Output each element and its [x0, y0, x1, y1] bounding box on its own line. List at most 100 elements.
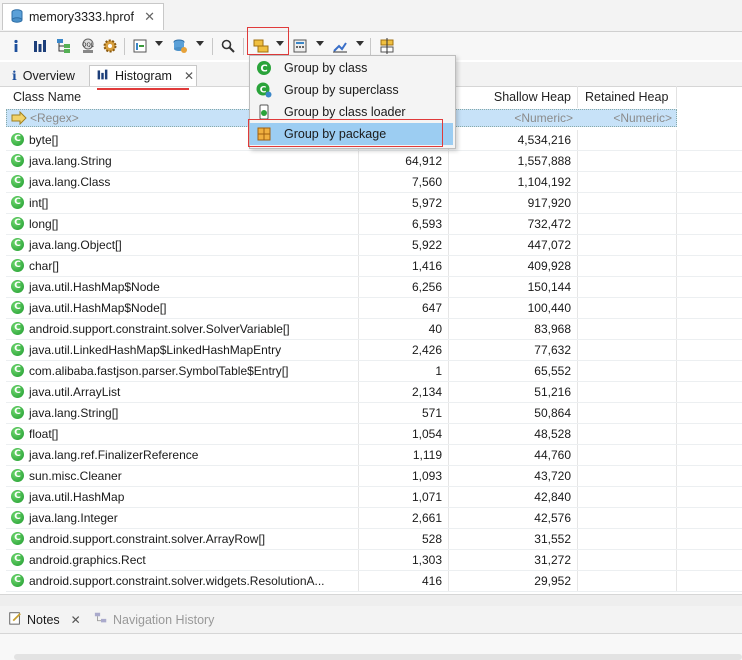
- retained-heap-cell: [578, 571, 677, 591]
- class-name-filter-input[interactable]: <Regex>: [30, 110, 79, 126]
- table-row[interactable]: Cjava.util.HashMap$Node[] 647 100,440: [6, 298, 742, 319]
- dominator-tree-icon[interactable]: [54, 36, 74, 56]
- table-row[interactable]: Cjava.lang.Class 7,560 1,104,192: [6, 172, 742, 193]
- editor-tab-hprof[interactable]: memory3333.hprof ✕: [2, 3, 164, 30]
- table-row[interactable]: Cjava.util.HashMap 1,071 42,840: [6, 487, 742, 508]
- info-icon: i: [12, 68, 17, 83]
- calculator-icon[interactable]: [290, 36, 310, 56]
- class-name: java.lang.Class: [29, 175, 111, 189]
- table-row[interactable]: Cjava.lang.String 64,912 1,557,888: [6, 151, 742, 172]
- objects-cell: 416: [359, 571, 449, 591]
- table-row[interactable]: Cchar[] 1,416 409,928: [6, 256, 742, 277]
- shallow-heap-cell: 917,920: [449, 193, 578, 213]
- close-icon[interactable]: ✕: [144, 9, 155, 25]
- tab-navigation-history-label: Navigation History: [113, 612, 215, 627]
- query-browser-icon[interactable]: [170, 36, 190, 56]
- table-row[interactable]: Cfloat[] 1,054 48,528: [6, 424, 742, 445]
- svg-text:OQL: OQL: [82, 43, 95, 49]
- close-icon[interactable]: ✕: [71, 613, 81, 627]
- table-row[interactable]: Candroid.support.constraint.solver.Solve…: [6, 319, 742, 340]
- table-row[interactable]: Cjava.lang.Object[] 5,922 447,072: [6, 235, 742, 256]
- class-name-cell: Cjava.lang.Object[]: [6, 235, 359, 255]
- report-icon[interactable]: [130, 36, 150, 56]
- table-row[interactable]: Cint[] 5,972 917,920: [6, 193, 742, 214]
- shallow-heap-cell: 4,534,216: [449, 130, 578, 150]
- bottom-tabbar: Notes ✕ Navigation History: [0, 606, 742, 634]
- histogram-table: Class Name Shallow Heap Retained Heap <R…: [6, 86, 742, 594]
- table-row[interactable]: Cjava.util.ArrayList 2,134 51,216: [6, 382, 742, 403]
- tab-overview-label: Overview: [22, 68, 75, 83]
- info-icon[interactable]: [6, 36, 26, 56]
- class-icon: C: [11, 343, 24, 356]
- search-icon[interactable]: [218, 36, 238, 56]
- retained-heap-filter-input[interactable]: <Numeric>: [579, 110, 672, 126]
- class-icon: C: [11, 175, 24, 188]
- shallow-heap-cell: 1,104,192: [449, 172, 578, 192]
- menu-item-group-by-class[interactable]: C Group by class: [250, 57, 453, 79]
- objects-cell: 40: [359, 319, 449, 339]
- tab-overview[interactable]: i Overview: [6, 65, 81, 86]
- tab-notes[interactable]: Notes ✕: [8, 611, 81, 628]
- toolbar-separator: [243, 38, 244, 55]
- table-row[interactable]: Candroid.graphics.Rect 1,303 31,272: [6, 550, 742, 571]
- table-row[interactable]: Cjava.util.HashMap$Node 6,256 150,144: [6, 277, 742, 298]
- shallow-heap-cell: 43,720: [449, 466, 578, 486]
- export-icon[interactable]: [330, 36, 350, 56]
- export-dropdown-arrow[interactable]: [356, 41, 364, 46]
- horizontal-scrollbar[interactable]: [14, 654, 742, 660]
- objects-cell: 571: [359, 403, 449, 423]
- gear-icon[interactable]: [100, 36, 120, 56]
- shallow-heap-cell: 83,968: [449, 319, 578, 339]
- oql-icon[interactable]: OQL: [78, 36, 98, 56]
- table-row[interactable]: Cjava.lang.ref.FinalizerReference 1,119 44…: [6, 445, 742, 466]
- menu-item-label: Group by superclass: [284, 83, 399, 97]
- class-icon: C: [11, 364, 24, 377]
- calculator-dropdown-arrow[interactable]: [316, 41, 324, 46]
- retained-heap-cell: [578, 382, 677, 402]
- class-icon: C: [11, 574, 24, 587]
- compare-icon[interactable]: [377, 36, 397, 56]
- table-row[interactable]: Candroid.support.constraint.solver.widge…: [6, 571, 742, 592]
- tab-navigation-history[interactable]: Navigation History: [94, 611, 214, 628]
- retained-heap-cell: [578, 214, 677, 234]
- tab-histogram[interactable]: Histogram ✕: [89, 65, 197, 86]
- menu-item-label: Group by class: [284, 61, 368, 75]
- retained-heap-cell: [578, 298, 677, 318]
- table-row[interactable]: Clong[] 6,593 732,472: [6, 214, 742, 235]
- class-name-cell: Clong[]: [6, 214, 359, 234]
- class-name: java.lang.String[]: [29, 406, 119, 420]
- table-row[interactable]: Candroid.support.constraint.solver.Array…: [6, 529, 742, 550]
- shallow-heap-cell: 29,952: [449, 571, 578, 591]
- class-icon: C: [11, 469, 24, 482]
- query-dropdown-arrow[interactable]: [196, 41, 204, 46]
- group-by-package-highlight: [248, 119, 443, 147]
- column-header-retained-heap[interactable]: Retained Heap: [578, 86, 677, 108]
- column-header-shallow-heap[interactable]: Shallow Heap: [449, 86, 578, 108]
- toolbar-separator: [212, 38, 213, 55]
- class-name: sun.misc.Cleaner: [29, 469, 122, 483]
- editor-tab-title: memory3333.hprof: [29, 10, 134, 24]
- class-name-cell: Cjava.util.ArrayList: [6, 382, 359, 402]
- class-icon: C: [11, 385, 24, 398]
- table-row[interactable]: Cjava.lang.Integer 2,661 42,576: [6, 508, 742, 529]
- table-row[interactable]: Ccom.alibaba.fastjson.parser.SymbolTable…: [6, 361, 742, 382]
- group-by-highlight: [247, 27, 289, 55]
- objects-cell: 6,256: [359, 277, 449, 297]
- class-name-cell: Candroid.support.constraint.solver.widge…: [6, 571, 359, 591]
- close-icon[interactable]: ✕: [184, 69, 194, 83]
- class-loader-icon: [256, 104, 272, 120]
- table-row[interactable]: Cjava.util.LinkedHashMap$LinkedHashMapEn…: [6, 340, 742, 361]
- shallow-heap-cell: 51,216: [449, 382, 578, 402]
- class-name: java.lang.ref.FinalizerReference: [29, 448, 199, 462]
- shallow-heap-filter-input[interactable]: <Numeric>: [450, 110, 573, 126]
- class-icon: C: [11, 238, 24, 251]
- objects-cell: 5,972: [359, 193, 449, 213]
- table-row[interactable]: Cjava.lang.String[] 571 50,864: [6, 403, 742, 424]
- retained-heap-cell: [578, 487, 677, 507]
- histogram-icon[interactable]: [30, 36, 50, 56]
- notes-icon: [8, 611, 22, 628]
- class-icon: C: [11, 406, 24, 419]
- report-dropdown-arrow[interactable]: [155, 41, 163, 46]
- menu-item-group-by-superclass[interactable]: C Group by superclass: [250, 79, 453, 101]
- table-row[interactable]: Csun.misc.Cleaner 1,093 43,720: [6, 466, 742, 487]
